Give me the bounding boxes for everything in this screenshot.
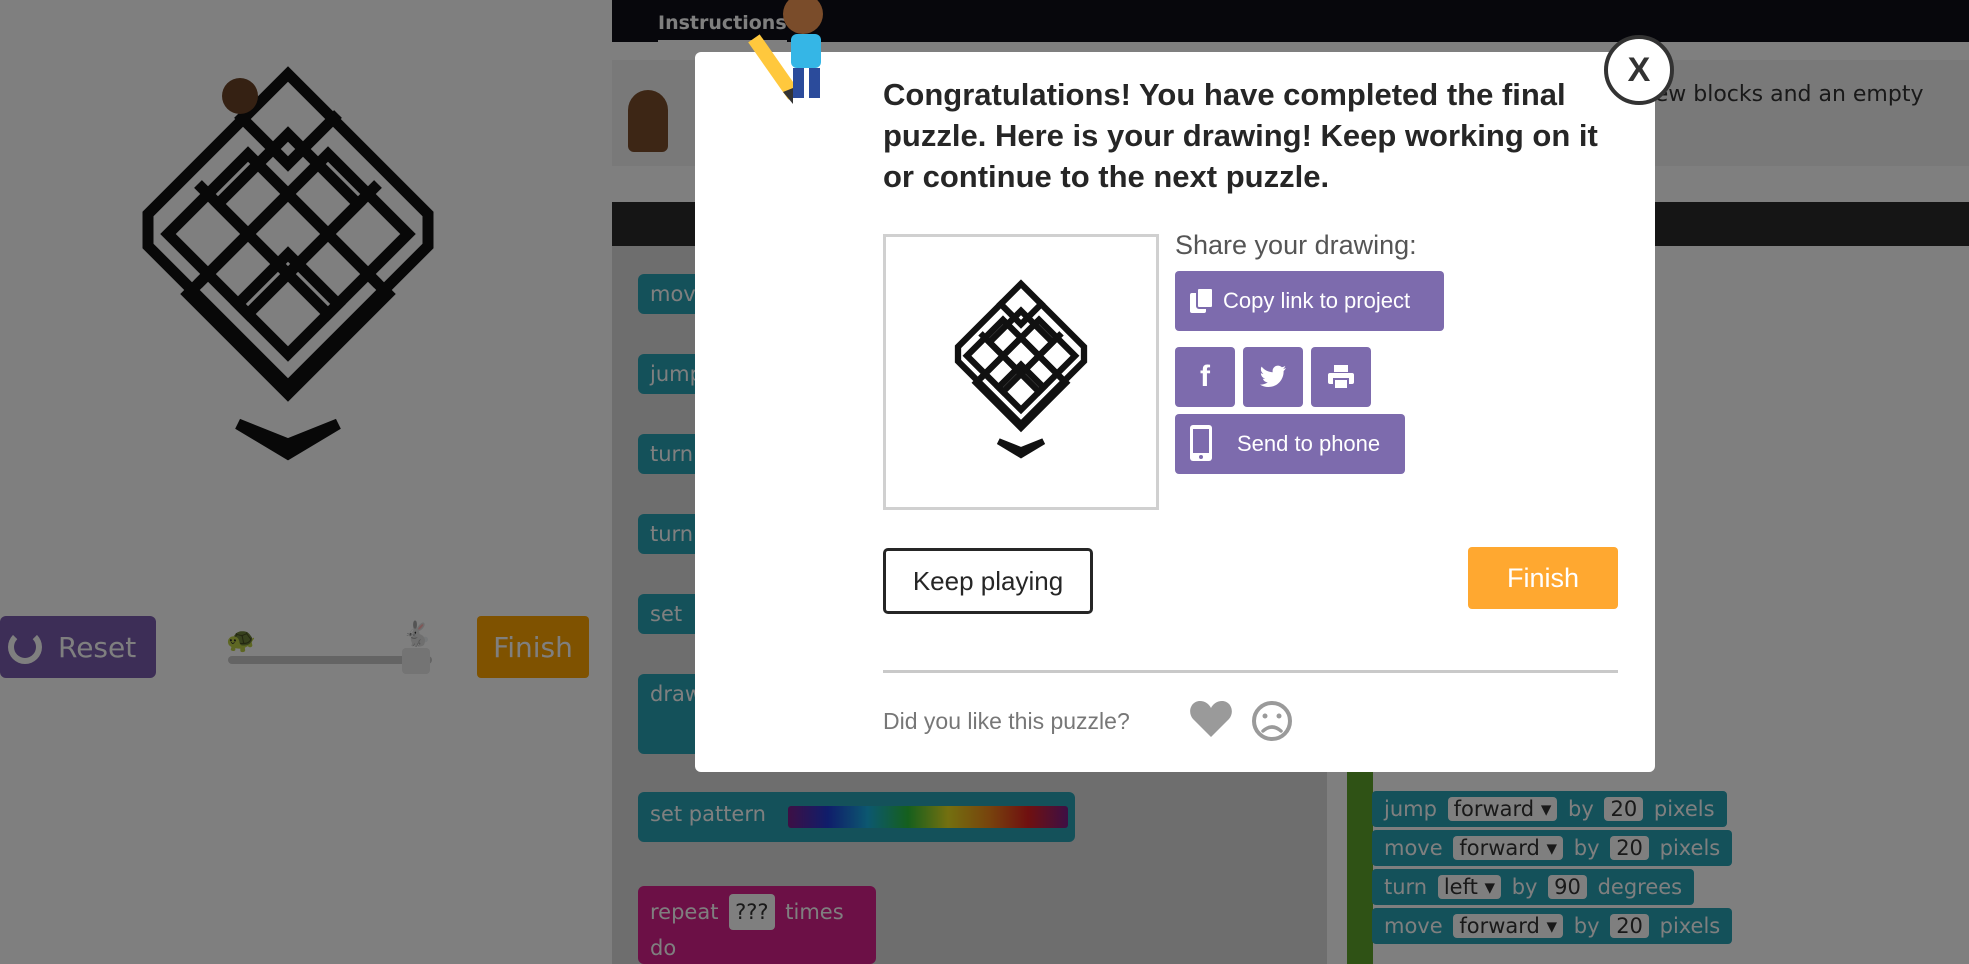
share-facebook-button[interactable]: f xyxy=(1175,347,1235,407)
heart-icon[interactable] xyxy=(1189,699,1233,739)
divider xyxy=(883,670,1618,673)
drawing-preview xyxy=(883,234,1159,510)
phone-icon xyxy=(1190,425,1212,461)
facebook-icon: f xyxy=(1200,360,1210,393)
completion-message: Congratulations! You have completed the … xyxy=(883,77,1598,194)
finish-button[interactable]: Finish xyxy=(1468,547,1618,609)
send-to-phone-button[interactable]: Send to phone xyxy=(1175,414,1405,474)
sad-face-icon[interactable] xyxy=(1251,700,1293,742)
share-heading: Share your drawing: xyxy=(1175,230,1417,260)
send-to-phone-label: Send to phone xyxy=(1237,431,1381,456)
copy-link-button[interactable]: Copy link to project xyxy=(1175,271,1444,331)
share-twitter-button[interactable] xyxy=(1243,347,1303,407)
knot-thumbnail xyxy=(954,279,1088,459)
keep-playing-button[interactable]: Keep playing xyxy=(883,548,1093,614)
twitter-icon xyxy=(1260,365,1286,387)
completion-dialog: X Congratulations! You have completed th… xyxy=(695,0,1674,772)
print-button[interactable] xyxy=(1311,347,1371,407)
copy-link-label: Copy link to project xyxy=(1223,288,1411,313)
close-button[interactable]: X xyxy=(1604,35,1674,105)
mascot-pencil-icon xyxy=(748,0,823,104)
feedback-question: Did you like this puzzle? xyxy=(883,708,1130,734)
copy-icon xyxy=(1190,287,1214,313)
print-icon xyxy=(1328,365,1354,390)
